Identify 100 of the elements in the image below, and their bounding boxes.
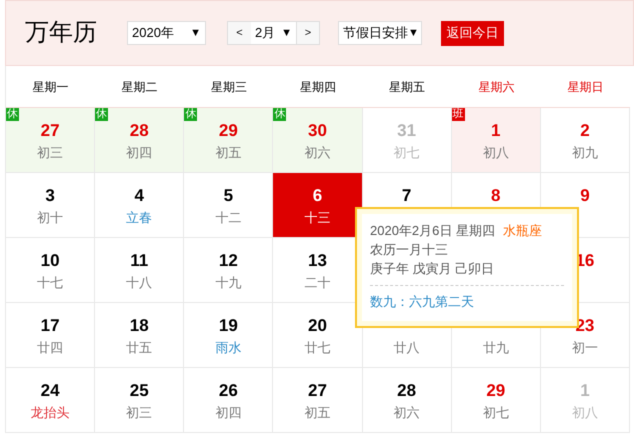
day-number: 2: [580, 120, 590, 142]
lunar-date: 廿九: [482, 339, 509, 357]
tooltip-ganzhi: 庚子年 戊寅月 己卯日: [370, 260, 496, 278]
today-button[interactable]: 返回今日: [441, 20, 504, 46]
lunar-date: 十三: [304, 209, 330, 227]
day-cell[interactable]: 18 廿五: [95, 303, 184, 368]
weekday-header: 星期三: [210, 78, 247, 96]
day-number: 28: [397, 380, 416, 402]
lunar-date: 初三: [126, 404, 152, 422]
day-cell[interactable]: 26 初四: [184, 368, 274, 433]
month-select[interactable]: 2月 ▼: [251, 22, 297, 44]
lunar-date: 廿四: [37, 339, 64, 357]
lunar-date: 初七: [394, 144, 420, 162]
day-number: 4: [134, 185, 144, 207]
day-number: 31: [397, 120, 416, 142]
tooltip-lunar-date: 农历一月十三: [370, 241, 449, 259]
day-cell[interactable]: 休 29 初五: [184, 108, 274, 173]
day-cell[interactable]: 27 初五: [273, 368, 363, 433]
day-number: 20: [308, 315, 327, 337]
day-cell[interactable]: 2 初九: [540, 108, 630, 173]
lunar-date: 初一: [572, 339, 598, 357]
day-number: 27: [40, 120, 60, 142]
day-number: 29: [486, 380, 506, 402]
day-badge: 班: [452, 108, 465, 121]
lunar-date: 初六: [394, 404, 420, 422]
day-cell[interactable]: 29 初七: [452, 368, 541, 433]
day-number: 18: [130, 315, 149, 337]
day-cell[interactable]: 4 立春: [95, 173, 184, 238]
lunar-date: 廿五: [126, 339, 152, 357]
day-cell[interactable]: 12 十九: [184, 238, 274, 303]
weekday-header: 星期四: [300, 78, 336, 96]
day-cell[interactable]: 6 十三: [273, 173, 363, 238]
lunar-date: 十二: [215, 209, 242, 227]
day-number: 29: [218, 120, 238, 142]
day-number: 6: [312, 185, 322, 207]
day-cell[interactable]: 24 龙抬头: [6, 368, 96, 433]
day-badge: 休: [95, 108, 108, 121]
weekday-header: 星期六: [478, 78, 514, 96]
zodiac-sign: 水瓶座: [503, 222, 542, 240]
lunar-date: 初四: [215, 404, 242, 422]
lunar-date: 初五: [304, 404, 330, 422]
day-cell[interactable]: 11 十八: [95, 238, 184, 303]
day-number: 30: [308, 120, 327, 142]
day-cell[interactable]: 休 28 初四: [95, 108, 184, 173]
day-number: 5: [224, 185, 234, 207]
day-number: 10: [40, 250, 60, 272]
day-cell[interactable]: 5 十二: [184, 173, 274, 238]
lunar-date: 初六: [304, 144, 330, 162]
day-number: 25: [130, 380, 149, 402]
day-number: 11: [130, 250, 148, 272]
day-number: 13: [308, 250, 327, 272]
day-number: 9: [580, 185, 590, 207]
day-cell[interactable]: 3 初十: [6, 173, 96, 238]
day-number: 8: [491, 185, 500, 207]
lunar-date: 立春: [126, 209, 152, 227]
lunar-date: 初三: [37, 144, 64, 162]
weekday-header: 星期日: [567, 78, 604, 96]
lunar-date: 十八: [126, 274, 152, 292]
day-number: 12: [218, 250, 238, 272]
lunar-date: 雨水: [215, 339, 242, 357]
next-month-button[interactable]: >: [297, 22, 319, 44]
holiday-select[interactable]: 节假日安排▼: [338, 21, 422, 45]
day-badge: 休: [273, 108, 286, 121]
weekday-header: 星期一: [32, 78, 69, 96]
lunar-date: 初七: [482, 404, 509, 422]
day-cell[interactable]: 10 十七: [6, 238, 96, 303]
day-cell[interactable]: 17 廿四: [6, 303, 96, 368]
lunar-date: 廿七: [304, 339, 330, 357]
day-number: 26: [218, 380, 238, 402]
lunar-date: 初八: [482, 144, 509, 162]
day-number: 24: [40, 380, 60, 402]
weekday-header: 星期二: [122, 78, 158, 96]
day-cell[interactable]: 19 雨水: [184, 303, 274, 368]
lunar-date: 二十: [304, 274, 330, 292]
day-cell[interactable]: 休 27 初三: [6, 108, 96, 173]
day-cell[interactable]: 25 初三: [95, 368, 184, 433]
lunar-date: 十九: [215, 274, 242, 292]
day-number: 1: [580, 380, 590, 402]
day-number: 1: [491, 120, 500, 142]
year-select[interactable]: 2020年 ▼: [127, 21, 206, 45]
day-number: 27: [308, 380, 327, 402]
previous-month-button[interactable]: <: [228, 22, 251, 44]
lunar-date: 初八: [572, 404, 598, 422]
lunar-date: 初九: [572, 144, 598, 162]
day-number: 3: [45, 185, 55, 207]
lunar-date: 初十: [37, 209, 64, 227]
weekday-header: 星期五: [389, 78, 426, 96]
day-cell[interactable]: 休 30 初六: [273, 108, 363, 173]
day-cell[interactable]: 28 初六: [362, 368, 452, 433]
day-badge: 休: [184, 108, 198, 121]
day-badge: 休: [6, 108, 19, 121]
lunar-date: 初四: [126, 144, 152, 162]
lunar-date: 初五: [215, 144, 242, 162]
day-number: 28: [130, 120, 149, 142]
day-number: 7: [402, 185, 412, 207]
day-cell[interactable]: 班 1 初八: [452, 108, 541, 173]
lunar-date: 龙抬头: [30, 404, 70, 422]
page-title: 万年历: [25, 18, 97, 48]
day-number: 17: [40, 315, 60, 337]
lunar-date: 廿八: [394, 339, 420, 357]
